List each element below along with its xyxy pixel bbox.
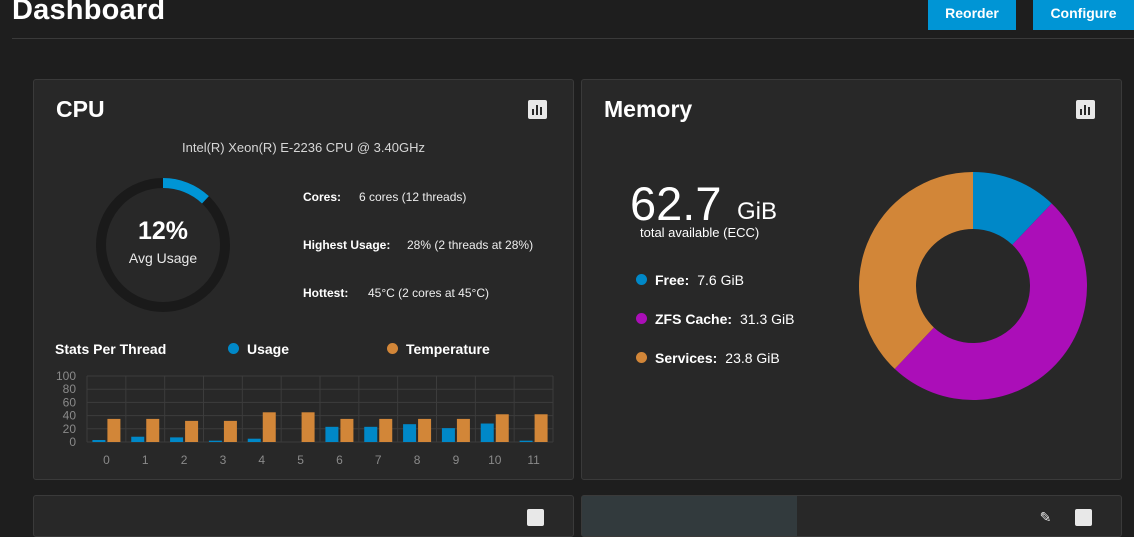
bar-usage-thread-3 bbox=[208, 440, 222, 442]
zfs-cache-value: 31.3 GiB bbox=[740, 311, 795, 327]
donut-slice-services bbox=[859, 172, 973, 369]
bar-temperature-thread-9 bbox=[456, 418, 470, 442]
y-tick-label: 100 bbox=[56, 369, 76, 383]
memory-item-zfs-cache: ZFS Cache: 31.3 GiB bbox=[636, 311, 795, 327]
bar-usage-thread-8 bbox=[403, 424, 417, 442]
legend-temperature-dot bbox=[387, 343, 398, 354]
legend-usage-label: Usage bbox=[247, 341, 290, 357]
memory-total-sub: total available (ECC) bbox=[640, 225, 760, 240]
bar-temperature-thread-0 bbox=[107, 418, 121, 442]
memory-item-services: Services: 23.8 GiB bbox=[636, 350, 780, 366]
y-tick-label: 0 bbox=[69, 435, 76, 449]
x-tick-label: 10 bbox=[488, 453, 502, 467]
x-tick-label: 2 bbox=[181, 453, 188, 467]
memory-item-free: Free: 7.6 GiB bbox=[636, 272, 744, 288]
bar-temperature-thread-10 bbox=[495, 414, 509, 442]
bar-usage-thread-4 bbox=[247, 438, 261, 442]
bar-temperature-thread-6 bbox=[340, 418, 354, 442]
bar-temperature-thread-5 bbox=[301, 412, 315, 442]
bar-usage-thread-1 bbox=[131, 436, 145, 442]
reports-icon[interactable] bbox=[527, 509, 544, 526]
services-value: 23.8 GiB bbox=[725, 350, 780, 366]
services-label: Services: bbox=[655, 350, 718, 366]
bar-usage-thread-6 bbox=[325, 426, 339, 442]
x-tick-label: 0 bbox=[103, 453, 110, 467]
memory-donut-chart bbox=[859, 172, 1087, 400]
thread-stats-chart: 0204060801000 1 2 3 4 5 6 7 8 9 10 11 bbox=[56, 369, 554, 467]
memory-card: Memory 62.7 GiB total available (ECC) Fr… bbox=[581, 79, 1122, 480]
bar-usage-thread-10 bbox=[480, 423, 494, 442]
free-dot bbox=[636, 274, 647, 285]
cpu-avg-usage-label: Avg Usage bbox=[128, 250, 198, 266]
widget-preview-area bbox=[582, 496, 797, 536]
zfs-cache-dot bbox=[636, 313, 647, 324]
y-tick-label: 20 bbox=[63, 422, 77, 436]
bar-temperature-thread-3 bbox=[223, 420, 237, 442]
bar-temperature-thread-11 bbox=[534, 414, 548, 442]
bar-usage-thread-7 bbox=[364, 426, 378, 442]
memory-total-value: 62.7 bbox=[630, 177, 722, 230]
reorder-button[interactable]: Reorder bbox=[928, 0, 1016, 30]
legend-temperature-label: Temperature bbox=[406, 341, 490, 357]
widget-card-bottom-right: ✎ bbox=[581, 495, 1122, 537]
reports-icon[interactable] bbox=[1075, 509, 1092, 526]
memory-total-unit: GiB bbox=[737, 198, 778, 225]
legend-temperature[interactable]: Temperature bbox=[387, 341, 490, 357]
services-dot bbox=[636, 352, 647, 363]
legend-title: Stats Per Thread bbox=[55, 341, 167, 357]
y-tick-label: 80 bbox=[63, 382, 77, 396]
y-tick-label: 40 bbox=[63, 409, 77, 423]
bar-temperature-thread-7 bbox=[379, 418, 393, 442]
bar-usage-thread-2 bbox=[170, 437, 184, 442]
edit-icon[interactable]: ✎ bbox=[1037, 509, 1054, 526]
x-tick-label: 6 bbox=[336, 453, 343, 467]
bar-temperature-thread-2 bbox=[185, 420, 199, 442]
widget-card-bottom-left bbox=[33, 495, 574, 537]
y-tick-label: 60 bbox=[63, 395, 77, 409]
x-tick-label: 4 bbox=[258, 453, 265, 467]
bar-temperature-thread-1 bbox=[146, 418, 160, 442]
stat-highest-usage-value: 28% (2 threads at 28%) bbox=[407, 238, 534, 252]
bar-usage-thread-11 bbox=[519, 440, 533, 442]
stat-hottest-label: Hottest: bbox=[303, 286, 349, 300]
stat-cores-value: 6 cores (12 threads) bbox=[359, 190, 467, 204]
stat-hottest-value: 45°C (2 cores at 45°C) bbox=[368, 286, 489, 300]
bar-usage-thread-9 bbox=[441, 428, 455, 442]
memory-reports-icon[interactable] bbox=[1076, 100, 1095, 119]
bar-usage-thread-0 bbox=[92, 440, 106, 442]
stat-cores-label: Cores: bbox=[303, 190, 342, 204]
configure-button[interactable]: Configure bbox=[1033, 0, 1134, 30]
cpu-reports-icon[interactable] bbox=[528, 100, 547, 119]
stat-highest-usage-label: Highest Usage: bbox=[303, 238, 391, 252]
cpu-avg-usage-value: 12% bbox=[137, 217, 189, 245]
zfs-cache-label: ZFS Cache: bbox=[655, 311, 733, 327]
x-tick-label: 1 bbox=[142, 453, 149, 467]
x-tick-label: 9 bbox=[453, 453, 460, 467]
legend-usage-dot bbox=[228, 343, 239, 354]
x-tick-label: 5 bbox=[297, 453, 304, 467]
page-title: Dashboard bbox=[12, 0, 166, 26]
free-label: Free: bbox=[655, 272, 690, 288]
bar-temperature-thread-4 bbox=[262, 412, 276, 442]
legend-usage[interactable]: Usage bbox=[228, 341, 289, 357]
cpu-card-title: CPU bbox=[56, 96, 105, 122]
x-tick-label: 11 bbox=[527, 453, 540, 467]
free-value: 7.6 GiB bbox=[697, 272, 744, 288]
bar-temperature-thread-8 bbox=[418, 418, 432, 442]
memory-card-title: Memory bbox=[604, 96, 693, 122]
cpu-card: CPU Intel(R) Xeon(R) E-2236 CPU @ 3.40GH… bbox=[33, 79, 574, 480]
x-tick-label: 8 bbox=[414, 453, 421, 467]
cpu-model: Intel(R) Xeon(R) E-2236 CPU @ 3.40GHz bbox=[182, 140, 425, 155]
x-tick-label: 7 bbox=[375, 453, 382, 467]
header-divider bbox=[12, 38, 1134, 39]
x-tick-label: 3 bbox=[220, 453, 227, 467]
